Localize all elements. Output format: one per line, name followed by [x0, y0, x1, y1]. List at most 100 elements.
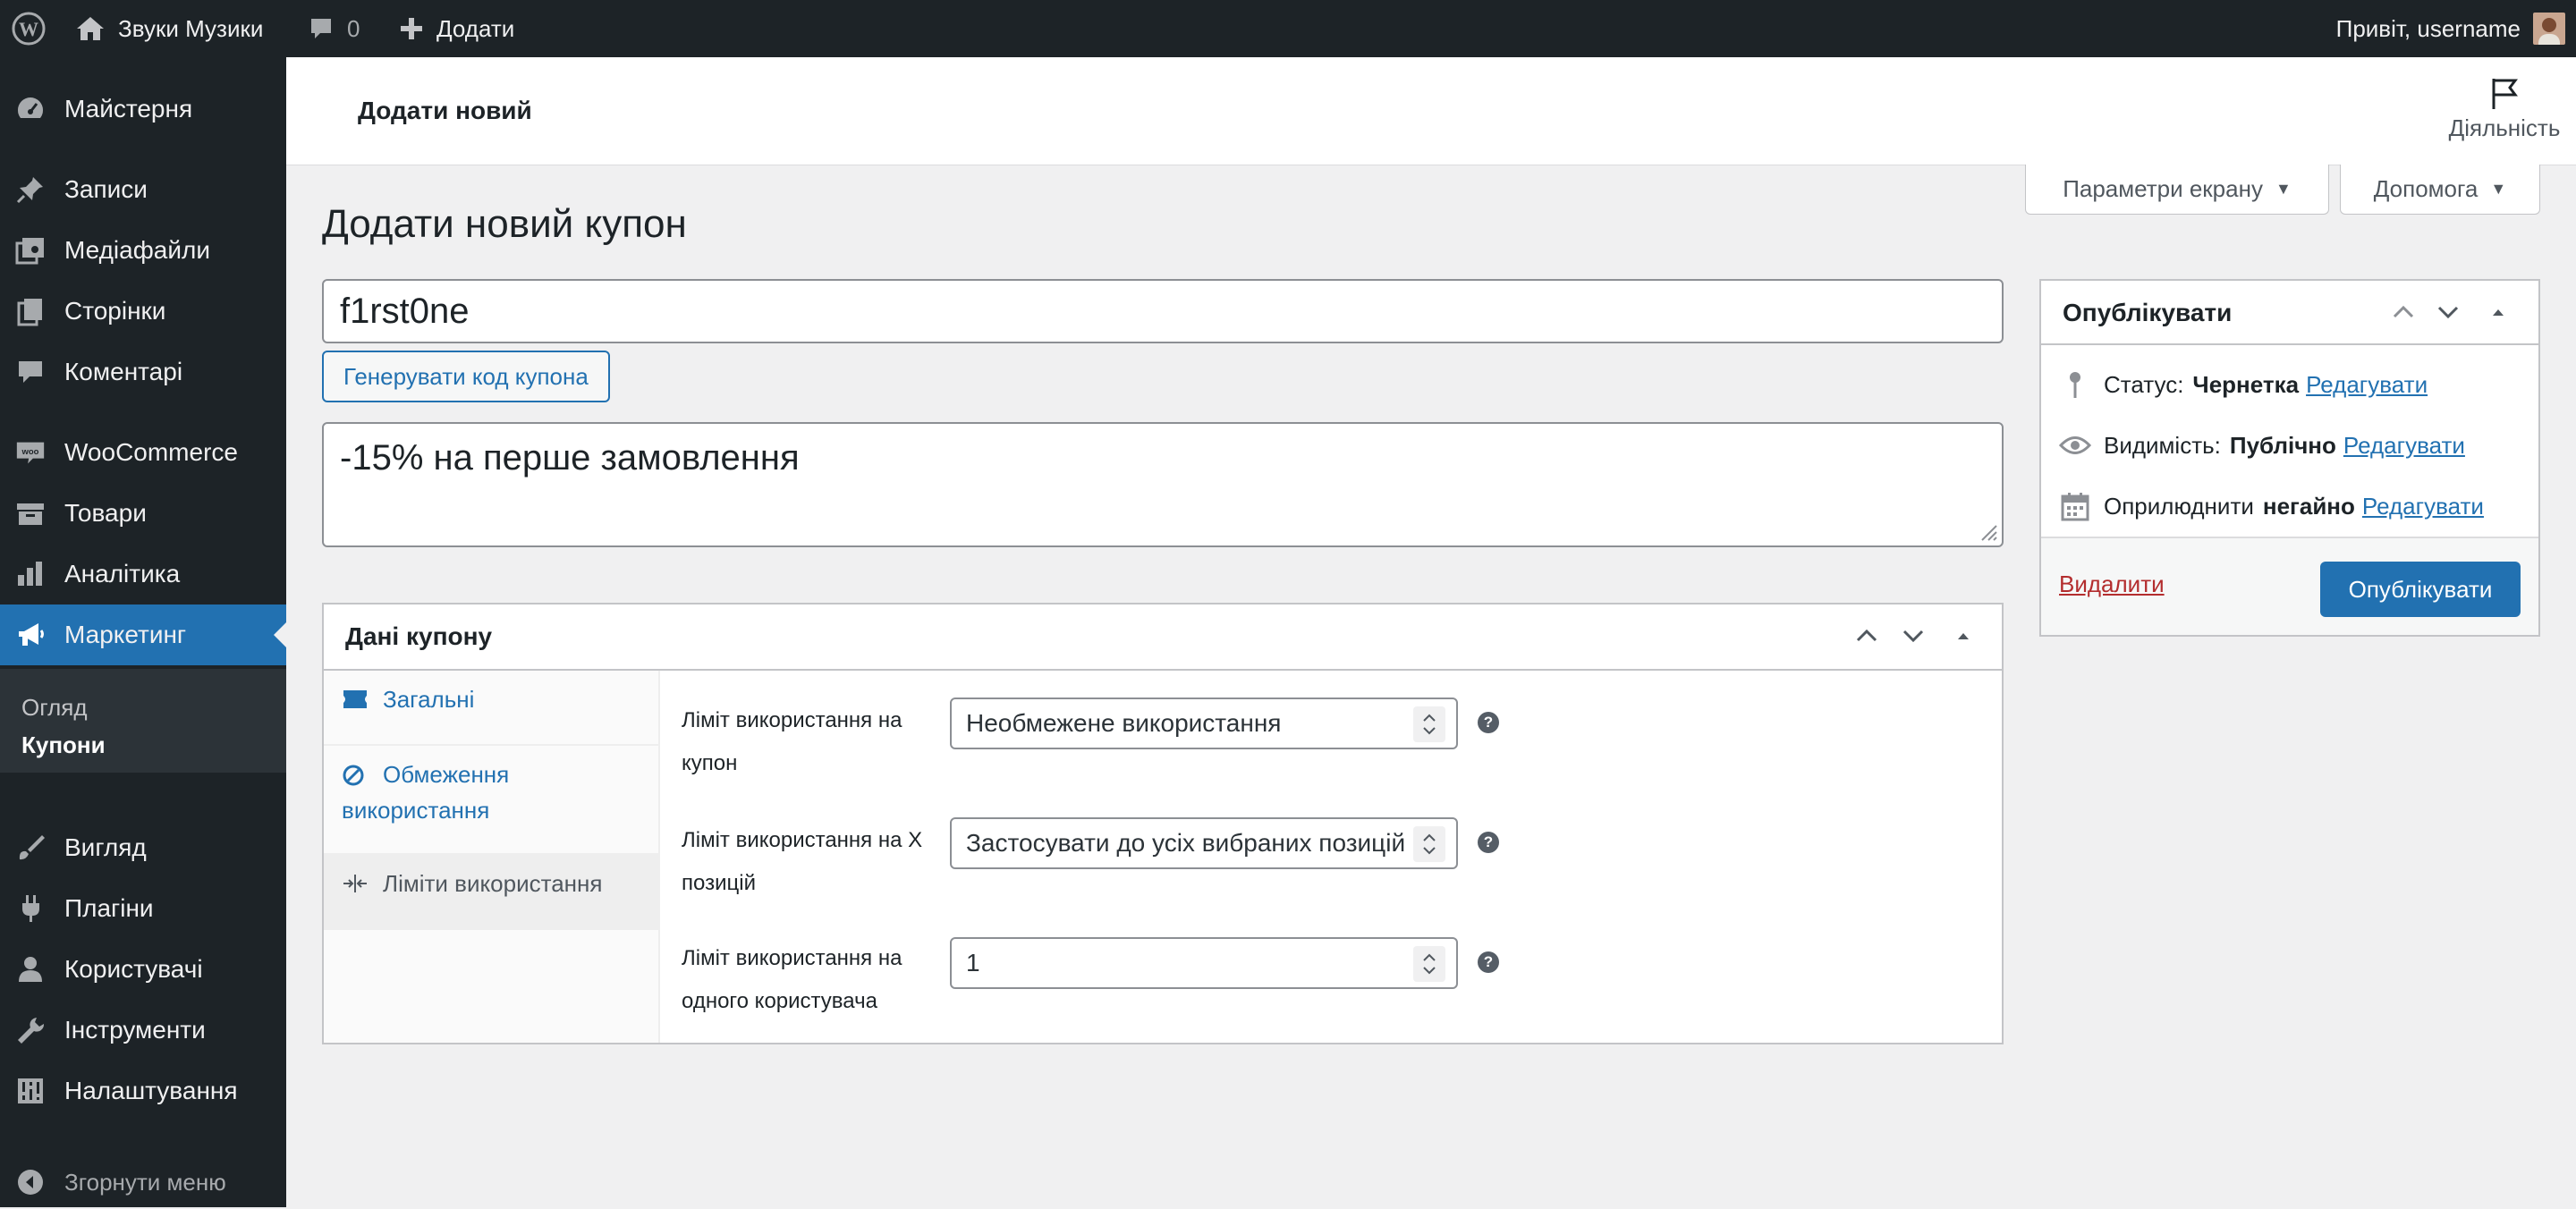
spinner-arrows-icon[interactable] — [1413, 706, 1445, 742]
plus-icon — [399, 16, 424, 41]
menu-item-appearance[interactable]: Вигляд — [0, 817, 286, 878]
spinner-arrows-icon[interactable] — [1413, 826, 1445, 862]
comments-link[interactable]: 0 — [308, 0, 360, 57]
menu-item-woocommerce[interactable]: woo WooCommerce — [0, 422, 286, 483]
usage-limit-x-items-value: Застосувати до усіх вибраних позицій — [966, 829, 1406, 857]
wrench-icon — [14, 1014, 47, 1046]
site-name-link[interactable]: Звуки Музики — [75, 0, 263, 57]
usage-limit-per-user-input[interactable]: 1 — [950, 937, 1458, 989]
pages-icon — [14, 295, 47, 327]
publish-button[interactable]: Опублікувати — [2320, 562, 2521, 617]
menu-item-users[interactable]: Користувачі — [0, 939, 286, 1000]
coupon-data-header: Дані купону — [324, 604, 2002, 671]
menu-label: Сторінки — [64, 297, 166, 325]
delete-link[interactable]: Видалити — [2059, 571, 2165, 598]
pin-icon — [14, 173, 47, 206]
menu-item-pages[interactable]: Сторінки — [0, 281, 286, 342]
wordpress-logo-icon[interactable]: W — [11, 0, 47, 57]
pin-icon — [2059, 368, 2091, 401]
svg-text:W: W — [19, 18, 38, 40]
screen-options-button[interactable]: Параметри екрану ▼ — [2025, 165, 2329, 215]
coupon-description-text: -15% на перше замовлення — [340, 438, 800, 478]
page-header: Додати новий Діяльність — [286, 57, 2576, 165]
new-content-link[interactable]: Додати — [399, 0, 514, 57]
menu-item-posts[interactable]: Записи — [0, 159, 286, 220]
help-tip-icon[interactable]: ? — [1478, 832, 1499, 853]
submenu-item-coupons[interactable]: Купони — [21, 731, 106, 759]
comment-icon — [14, 356, 47, 388]
usage-limit-per-user-label: Ліміт використання на одного користувача — [682, 946, 902, 1013]
usage-limit-x-items-input[interactable]: Застосувати до усіх вибраних позицій — [950, 817, 1458, 869]
menu-label: Маркетинг — [64, 621, 187, 648]
collapse-label: Згорнути меню — [64, 1168, 226, 1196]
greeting: Привіт, username — [2335, 14, 2521, 42]
menu-label: Товари — [64, 499, 147, 527]
collapse-menu-button[interactable]: Згорнути меню — [0, 1155, 286, 1209]
help-button[interactable]: Допомога ▼ — [2340, 165, 2540, 215]
archive-icon — [14, 497, 47, 529]
move-down-icon[interactable] — [2435, 299, 2462, 326]
publish-time-row: Оприлюднити негайно Редагувати — [2059, 488, 2484, 524]
calendar-icon — [2059, 490, 2091, 522]
eye-icon — [2059, 429, 2091, 461]
tab-label: Ліміти використання — [383, 870, 603, 897]
my-account-link[interactable]: Привіт, username — [2336, 0, 2565, 57]
coupon-code-input[interactable]: f1rst0ne — [322, 279, 2004, 343]
page-title: Додати новий купон — [322, 202, 687, 246]
resize-grip-icon[interactable] — [1979, 522, 1998, 542]
avatar — [2533, 13, 2565, 45]
menu-label: Плагіни — [64, 894, 154, 922]
move-up-icon[interactable] — [1853, 622, 1880, 649]
usage-limit-per-coupon-input[interactable]: Необмежене використання — [950, 698, 1458, 749]
toggle-panel-icon[interactable] — [2485, 299, 2512, 326]
site-name: Звуки Музики — [118, 14, 264, 42]
menu-label: Записи — [64, 175, 148, 203]
move-up-icon[interactable] — [2390, 299, 2417, 326]
caret-down-icon: ▼ — [2490, 180, 2507, 198]
edit-visibility-link[interactable]: Редагувати — [2343, 432, 2465, 460]
visibility-row: Видимість: Публічно Редагувати — [2059, 427, 2465, 463]
users-icon — [14, 953, 47, 985]
brush-icon — [14, 832, 47, 864]
caret-down-icon: ▼ — [2275, 180, 2292, 198]
menu-item-tools[interactable]: Інструменти — [0, 1000, 286, 1061]
help-label: Допомога — [2373, 175, 2479, 202]
edit-publish-time-link[interactable]: Редагувати — [2362, 493, 2484, 520]
menu-label: Майстерня — [64, 95, 193, 123]
tab-general[interactable]: Загальні — [324, 671, 658, 746]
woo-icon: woo — [14, 436, 47, 469]
svg-text:woo: woo — [21, 447, 39, 457]
menu-item-products[interactable]: Товари — [0, 483, 286, 544]
menu-item-analytics[interactable]: Аналітика — [0, 544, 286, 604]
menu-item-plugins[interactable]: Плагіни — [0, 878, 286, 939]
help-tip-icon[interactable]: ? — [1478, 712, 1499, 733]
move-down-icon[interactable] — [1900, 622, 1927, 649]
tab-usage-restriction[interactable]: Обмеження використання — [324, 746, 658, 855]
status-value: Чернетка — [2192, 370, 2300, 398]
dashboard-icon — [14, 93, 47, 125]
menu-item-media[interactable]: Медіафайли — [0, 220, 286, 281]
help-tip-icon[interactable]: ? — [1478, 951, 1499, 973]
breadcrumb: Додати новий — [358, 97, 532, 124]
publish-panel: Опублікувати Статус: Чернетка Редагувати… — [2039, 279, 2540, 637]
menu-label: Налаштування — [64, 1077, 238, 1104]
publish-time-label: Оприлюднити — [2104, 492, 2254, 520]
toggle-panel-icon[interactable] — [1950, 622, 1977, 649]
generate-coupon-button[interactable]: Генерувати код купона — [322, 351, 610, 402]
tab-usage-limits[interactable]: Ліміти використання — [324, 855, 658, 930]
menu-item-dashboard[interactable]: Майстерня — [0, 79, 286, 140]
settings-icon — [14, 1075, 47, 1107]
edit-status-link[interactable]: Редагувати — [2306, 371, 2428, 399]
publish-header: Опублікувати — [2041, 281, 2538, 345]
menu-item-settings[interactable]: Налаштування — [0, 1061, 286, 1121]
activity-button[interactable]: Діяльність — [2442, 75, 2567, 142]
spinner-arrows-icon[interactable] — [1413, 946, 1445, 982]
limits-icon — [342, 873, 369, 894]
submenu-item-overview[interactable]: Огляд — [21, 694, 88, 722]
menu-item-marketing[interactable]: Маркетинг — [0, 604, 286, 665]
menu-item-comments[interactable]: Коментарі — [0, 342, 286, 402]
chart-bar-icon — [14, 558, 47, 590]
menu-label: Користувачі — [64, 955, 203, 983]
home-icon — [75, 15, 106, 42]
coupon-description-textarea[interactable]: -15% на перше замовлення — [322, 422, 2004, 547]
